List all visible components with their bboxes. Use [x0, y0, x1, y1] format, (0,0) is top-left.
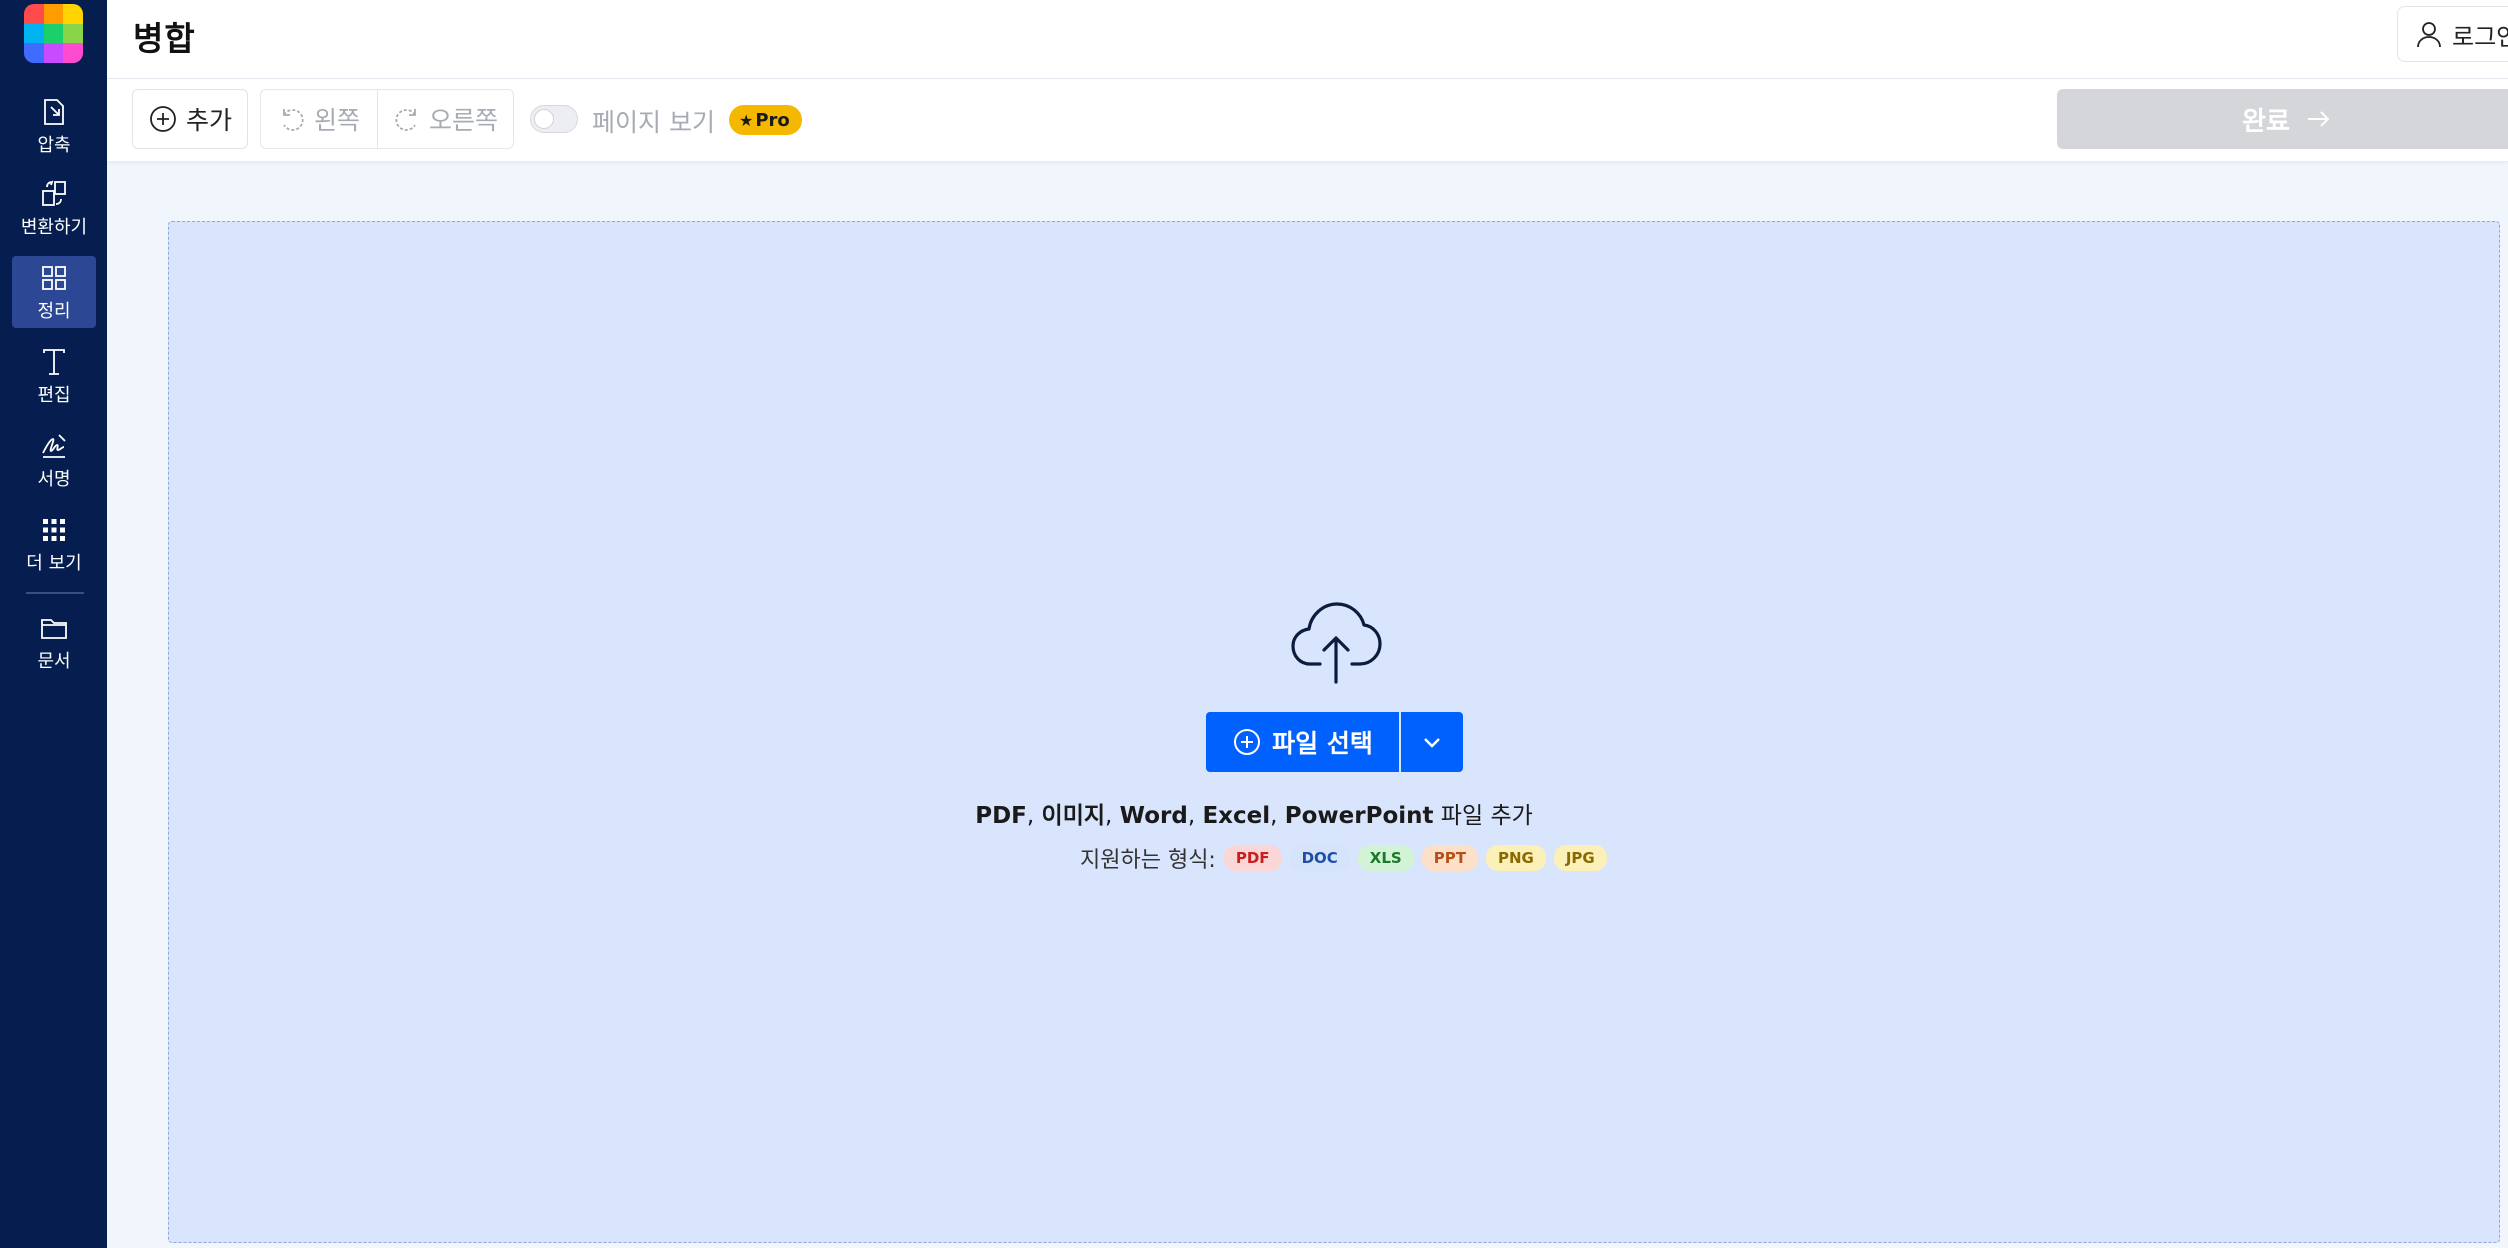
app-logo-icon[interactable] [24, 4, 83, 63]
select-file-label: 파일 선택 [1272, 729, 1373, 758]
rotate-left-icon [283, 109, 304, 131]
select-file-button[interactable]: 파일 선택 [1206, 712, 1399, 772]
supported-files-text-part: Word [1119, 803, 1188, 829]
toolbar: 추가 왼쪽 오른쪽 페이지 보기 ★ Pro 완료 [107, 79, 2508, 162]
sidebar-divider [26, 592, 84, 594]
rotate-right-button[interactable]: 오른쪽 [378, 90, 513, 148]
logo-tile [24, 23, 44, 44]
sidebar-item-edit[interactable]: 편집 [12, 340, 96, 412]
pro-label: Pro [755, 109, 790, 131]
logo-tile [63, 23, 83, 44]
sidebar-item-label: 더 보기 [26, 553, 82, 574]
edit-text-icon [43, 349, 65, 375]
supported-files-text-part: , [1026, 803, 1042, 829]
signature-icon [42, 434, 66, 458]
plus-circle-icon [1234, 729, 1261, 755]
supported-files-text: PDF, 이미지, Word, Excel, PowerPoint 파일 추가 [0, 796, 2508, 830]
star-icon: ★ [739, 110, 754, 130]
supported-files-text-part: Excel [1202, 803, 1271, 829]
supported-files-text-part: , [1187, 803, 1203, 829]
page-view-toggle[interactable] [530, 105, 578, 133]
add-button[interactable]: 추가 [132, 89, 248, 149]
login-button[interactable]: 로그인 [2397, 6, 2508, 62]
user-icon [2417, 22, 2441, 48]
formats-label: 지원하는 형식: [1080, 848, 1216, 873]
supported-formats: 지원하는 형식: PDF DOC XLS PPT PNG JPG [1080, 842, 1615, 874]
done-label: 완료 [2242, 106, 2290, 137]
supported-files-text-part: , [1270, 803, 1285, 829]
format-badge-doc: DOC [1289, 845, 1350, 871]
rotate-right-label: 오른쪽 [428, 106, 498, 135]
logo-tile [43, 23, 64, 44]
supported-files-text-part: PowerPoint [1284, 803, 1434, 829]
cloud-upload-icon [1291, 602, 1382, 684]
logo-tile [43, 4, 64, 24]
sidebar-item-label: 압축 [37, 135, 71, 156]
sidebar-item-label: 정리 [37, 301, 71, 322]
logo-tile [63, 4, 83, 24]
sidebar-item-sign[interactable]: 서명 [12, 424, 96, 496]
supported-files-text-part: 파일 추가 [1433, 803, 1533, 829]
compress-icon [44, 99, 64, 125]
page-title: 병합 [133, 19, 196, 58]
sidebar-item-documents[interactable]: 문서 [12, 606, 96, 678]
folder-icon [41, 619, 67, 639]
page-view-label: 페이지 보기 [592, 108, 715, 137]
logo-tile [43, 43, 64, 63]
supported-files-text-part: 이미지 [1041, 803, 1106, 829]
sidebar-item-label: 변환하기 [20, 217, 88, 238]
rotate-group: 왼쪽 오른쪽 [260, 89, 514, 149]
supported-files-text-part: PDF [975, 803, 1027, 829]
plus-circle-icon [150, 106, 176, 132]
sidebar-item-label: 문서 [37, 651, 71, 672]
rotate-left-label: 왼쪽 [313, 106, 360, 135]
arrow-right-icon [2307, 111, 2330, 127]
sidebar-item-compress[interactable]: 압축 [12, 90, 96, 162]
add-label: 추가 [185, 106, 232, 135]
rotate-left-button[interactable]: 왼쪽 [261, 90, 378, 148]
logo-tile [63, 43, 83, 63]
done-button[interactable]: 완료 [2057, 89, 2508, 149]
convert-icon [42, 180, 66, 206]
sidebar: 압축 변환하기 정리 편집 서명 더 보기 문서 [0, 0, 107, 1248]
pro-badge: ★ Pro [729, 105, 802, 135]
format-badge-pdf: PDF [1223, 845, 1282, 871]
chevron-down-icon [1424, 738, 1440, 748]
header: 병합 로그인 [107, 0, 2508, 79]
login-label: 로그인 [2452, 22, 2508, 51]
sidebar-item-more[interactable]: 더 보기 [12, 508, 96, 580]
more-grid-icon [43, 519, 65, 541]
sidebar-item-convert[interactable]: 변환하기 [12, 172, 96, 244]
logo-tile [24, 4, 44, 24]
sidebar-item-label: 서명 [37, 469, 71, 490]
format-badge-ppt: PPT [1421, 845, 1478, 871]
sidebar-item-organize[interactable]: 정리 [12, 256, 96, 328]
organize-icon [42, 266, 66, 290]
select-file-dropdown-button[interactable] [1401, 712, 1463, 772]
rotate-right-icon [395, 109, 416, 131]
logo-tile [24, 43, 44, 63]
format-badge-jpg: JPG [1553, 845, 1607, 871]
format-badge-xls: XLS [1357, 845, 1414, 871]
supported-files-text-part: , [1105, 803, 1120, 829]
format-badge-png: PNG [1485, 845, 1546, 871]
sidebar-item-label: 편집 [37, 385, 71, 406]
